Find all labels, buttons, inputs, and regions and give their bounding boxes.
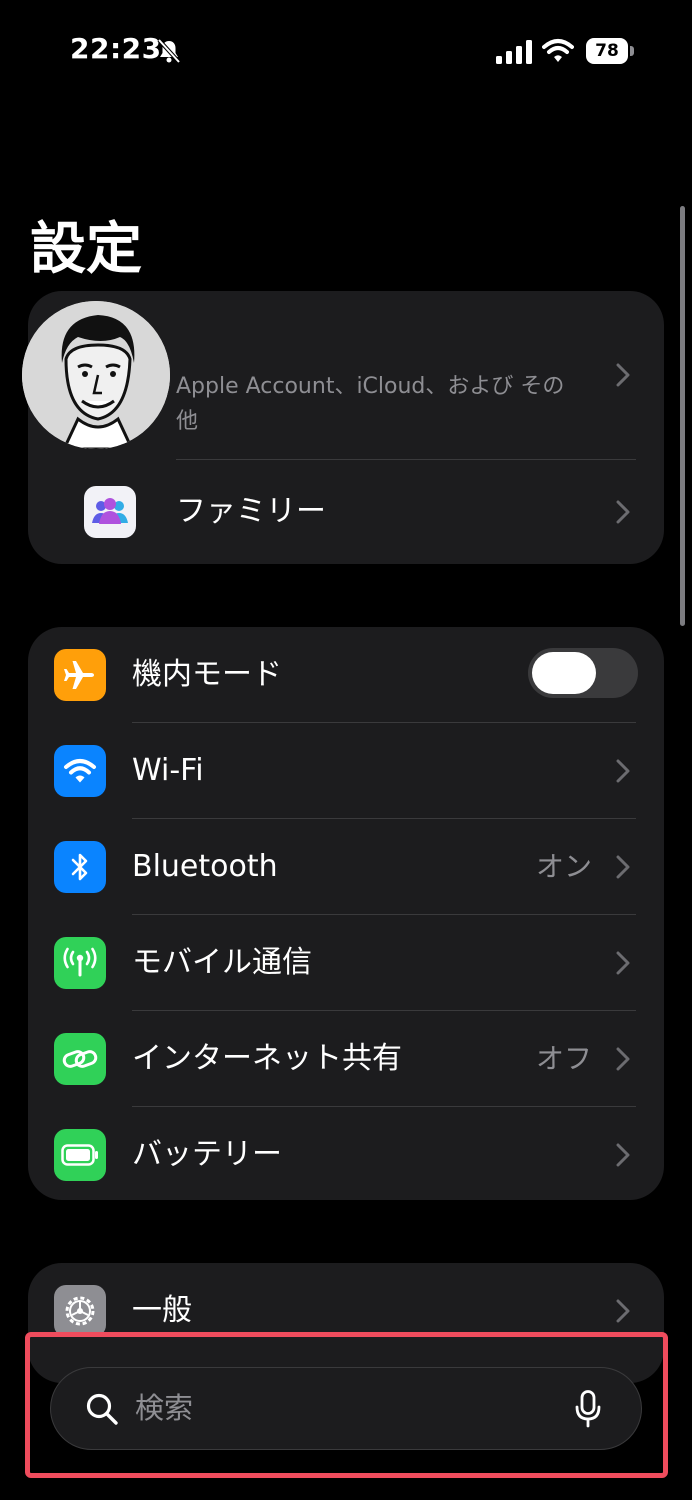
bluetooth-status: オン (535, 850, 592, 883)
chevron-right-icon (616, 759, 630, 783)
family-icon (84, 486, 136, 538)
hotspot-status: オフ (535, 1042, 592, 1075)
microphone-icon[interactable] (575, 1390, 601, 1428)
airplane-mode-label: 機内モード (132, 657, 282, 692)
status-bar: 22:23 78 (0, 0, 692, 100)
cellular-label: モバイル通信 (132, 945, 312, 980)
battery-indicator: 78 (586, 38, 634, 64)
airplane-mode-toggle[interactable] (528, 648, 638, 698)
hotspot-label: インターネット共有 (132, 1041, 402, 1076)
wifi-status-icon (542, 39, 574, 62)
search-input[interactable] (135, 1368, 555, 1448)
airplane-icon (54, 649, 106, 701)
gear-icon (54, 1285, 106, 1337)
battery-icon (54, 1129, 106, 1181)
chevron-right-icon (616, 1143, 630, 1167)
status-time: 22:23 (70, 32, 162, 65)
toggle-knob (532, 652, 596, 694)
chevron-right-icon (616, 855, 630, 879)
bluetooth-icon (54, 841, 106, 893)
scroll-indicator[interactable] (680, 206, 685, 626)
link-icon (54, 1033, 106, 1085)
search-bar[interactable] (50, 1367, 642, 1450)
family-label: ファミリー (176, 494, 326, 529)
account-subtitle: Apple Account、iCloud、および その他 (176, 374, 565, 434)
chevron-right-icon (616, 500, 630, 524)
bluetooth-label: Bluetooth (132, 849, 278, 884)
cellular-row[interactable]: モバイル通信 (28, 915, 664, 1011)
wifi-label: Wi-Fi (132, 753, 204, 788)
wifi-row[interactable]: Wi-Fi (28, 723, 664, 819)
antenna-icon (54, 937, 106, 989)
chevron-right-icon (616, 1047, 630, 1071)
hotspot-row[interactable]: インターネット共有 オフ (28, 1011, 664, 1107)
search-icon (86, 1393, 118, 1425)
battery-label: バッテリー (132, 1137, 282, 1172)
battery-nub (630, 46, 634, 56)
page-title: 設定 (30, 217, 142, 282)
family-row[interactable]: ファミリー (28, 464, 664, 560)
battery-row[interactable]: バッテリー (28, 1107, 664, 1200)
chevron-right-icon (616, 1299, 630, 1323)
connectivity-group: 機内モード Wi-Fi Bluetooth オン モバイル通信 インターネット共… (28, 627, 664, 1200)
wifi-icon (54, 745, 106, 797)
avatar[interactable] (22, 301, 170, 449)
airplane-mode-row: 機内モード (28, 627, 664, 723)
divider (176, 459, 636, 460)
chevron-right-icon (616, 363, 630, 387)
chevron-right-icon (616, 951, 630, 975)
battery-level: 78 (586, 38, 628, 64)
cellular-signal-icon (496, 40, 532, 64)
bell-slash-icon (157, 38, 181, 64)
bluetooth-row[interactable]: Bluetooth オン (28, 819, 664, 915)
